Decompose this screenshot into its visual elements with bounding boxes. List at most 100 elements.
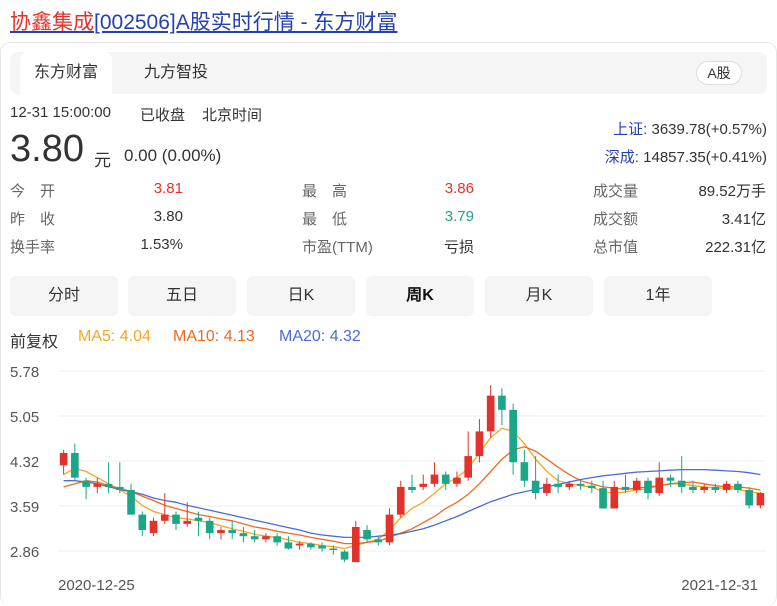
candle-body	[340, 551, 349, 560]
candle-body	[228, 530, 237, 534]
candle-body	[430, 474, 439, 484]
period-weekly-k[interactable]: 周K	[366, 276, 474, 316]
page-title-link[interactable]: 协鑫集成[002506]A股实时行情 - 东方财富	[10, 6, 397, 36]
candle-body	[486, 395, 495, 432]
prev-close-value: 3.80	[153, 208, 183, 225]
tab-jiufang[interactable]: 九方智投	[130, 52, 222, 94]
candle-body	[689, 486, 697, 490]
page-title-rest[interactable]: [002506]A股实时行情 - 东方财富	[94, 11, 397, 34]
candle-body	[666, 477, 675, 481]
tab-eastmoney[interactable]: 东方财富	[20, 52, 113, 94]
low-label: 最 低	[302, 211, 348, 228]
candle-body	[194, 517, 203, 521]
candle	[71, 443, 79, 481]
candle-body	[239, 533, 248, 537]
candle	[385, 508, 394, 546]
candle	[396, 480, 405, 518]
index-shenzhen-label[interactable]: 深成:	[605, 149, 639, 166]
candle	[284, 536, 293, 550]
candle-body	[756, 493, 765, 506]
y-tick-label: 5.78	[10, 364, 39, 381]
index-shanghai[interactable]: 上证: 3639.78(+0.57%)	[613, 118, 767, 139]
candle-body	[520, 462, 529, 481]
candle	[486, 385, 495, 438]
high-value: 3.86	[444, 180, 474, 197]
amount-label: 成交额	[593, 211, 639, 228]
candle	[509, 403, 517, 475]
index-shenzhen-value: 14857.35(+0.41%)	[643, 149, 767, 166]
current-price: 3.80	[10, 128, 84, 170]
candle	[677, 456, 686, 494]
period-intraday[interactable]: 分时	[10, 276, 118, 316]
index-shanghai-label[interactable]: 上证:	[613, 121, 647, 138]
candle-body	[284, 542, 293, 549]
quote-datetime: 12-31 15:00:00	[10, 104, 111, 121]
stock-name[interactable]: 协鑫集成	[10, 11, 94, 34]
candle-body	[59, 452, 68, 466]
volume-label: 成交量	[593, 183, 639, 200]
candle-body	[138, 514, 147, 531]
chart-grid	[58, 370, 766, 552]
kline-chart[interactable]: 5.78 5.05 4.32 3.59 2.86 2020-12-25 2021-12-3…	[0, 355, 777, 606]
candle-body	[93, 483, 102, 487]
candle-body	[700, 486, 709, 490]
candle-body	[453, 477, 461, 484]
candle-body	[464, 456, 473, 478]
candle	[419, 474, 428, 490]
candle-body	[160, 514, 169, 521]
candle-body	[115, 486, 124, 490]
pe-label: 市盈(TTM)	[302, 239, 373, 256]
candle	[644, 477, 652, 500]
candle	[363, 525, 371, 543]
candle-body	[250, 536, 259, 540]
x-axis-labels: 2020-12-25 2021-12-31	[58, 577, 758, 594]
candle-body	[82, 480, 90, 487]
candle-body	[531, 480, 540, 494]
candle-body	[554, 483, 562, 487]
period-monthly-k[interactable]: 月K	[485, 276, 593, 316]
candle-body	[217, 530, 225, 534]
candle	[318, 542, 326, 552]
candle-body	[329, 548, 338, 551]
adjust-label: 前复权	[10, 334, 59, 351]
index-shenzhen[interactable]: 深成: 14857.35(+0.41%)	[605, 146, 767, 167]
candle	[453, 471, 461, 487]
market-cap-value: 222.31亿	[705, 239, 766, 256]
candle	[430, 462, 439, 487]
candle	[138, 511, 147, 537]
candle	[655, 462, 664, 497]
candle	[734, 480, 742, 494]
candle-body	[363, 530, 371, 540]
market-badge: A股	[696, 61, 742, 85]
candle	[666, 474, 675, 487]
market-status: 已收盘	[140, 107, 186, 124]
candle	[599, 480, 607, 509]
low-value: 3.79	[444, 208, 474, 225]
candle-body	[318, 545, 326, 549]
candle	[576, 480, 585, 490]
candle	[217, 526, 225, 540]
period-daily-k[interactable]: 日K	[247, 276, 355, 316]
timezone-label: 北京时间	[202, 107, 263, 124]
candle-body	[396, 486, 405, 515]
candle-body	[587, 485, 596, 489]
candle	[115, 462, 124, 494]
y-tick-label: 5.05	[10, 409, 39, 426]
candle-body	[734, 483, 742, 490]
period-5day[interactable]: 五日	[128, 276, 236, 316]
candle	[59, 449, 68, 475]
candle-body	[374, 539, 383, 543]
candle	[239, 526, 248, 543]
period-1year[interactable]: 1年	[604, 276, 712, 316]
candle-body	[632, 480, 641, 490]
candle	[722, 480, 731, 494]
candle-body	[385, 514, 394, 543]
candle	[93, 477, 102, 494]
candle-body	[273, 536, 281, 543]
candle-body	[655, 477, 664, 494]
y-axis-ticks: 5.78 5.05 4.32 3.59 2.86	[10, 364, 39, 561]
candle-body	[172, 514, 180, 524]
candle	[520, 449, 529, 487]
candle	[475, 419, 484, 463]
candle	[554, 474, 562, 494]
